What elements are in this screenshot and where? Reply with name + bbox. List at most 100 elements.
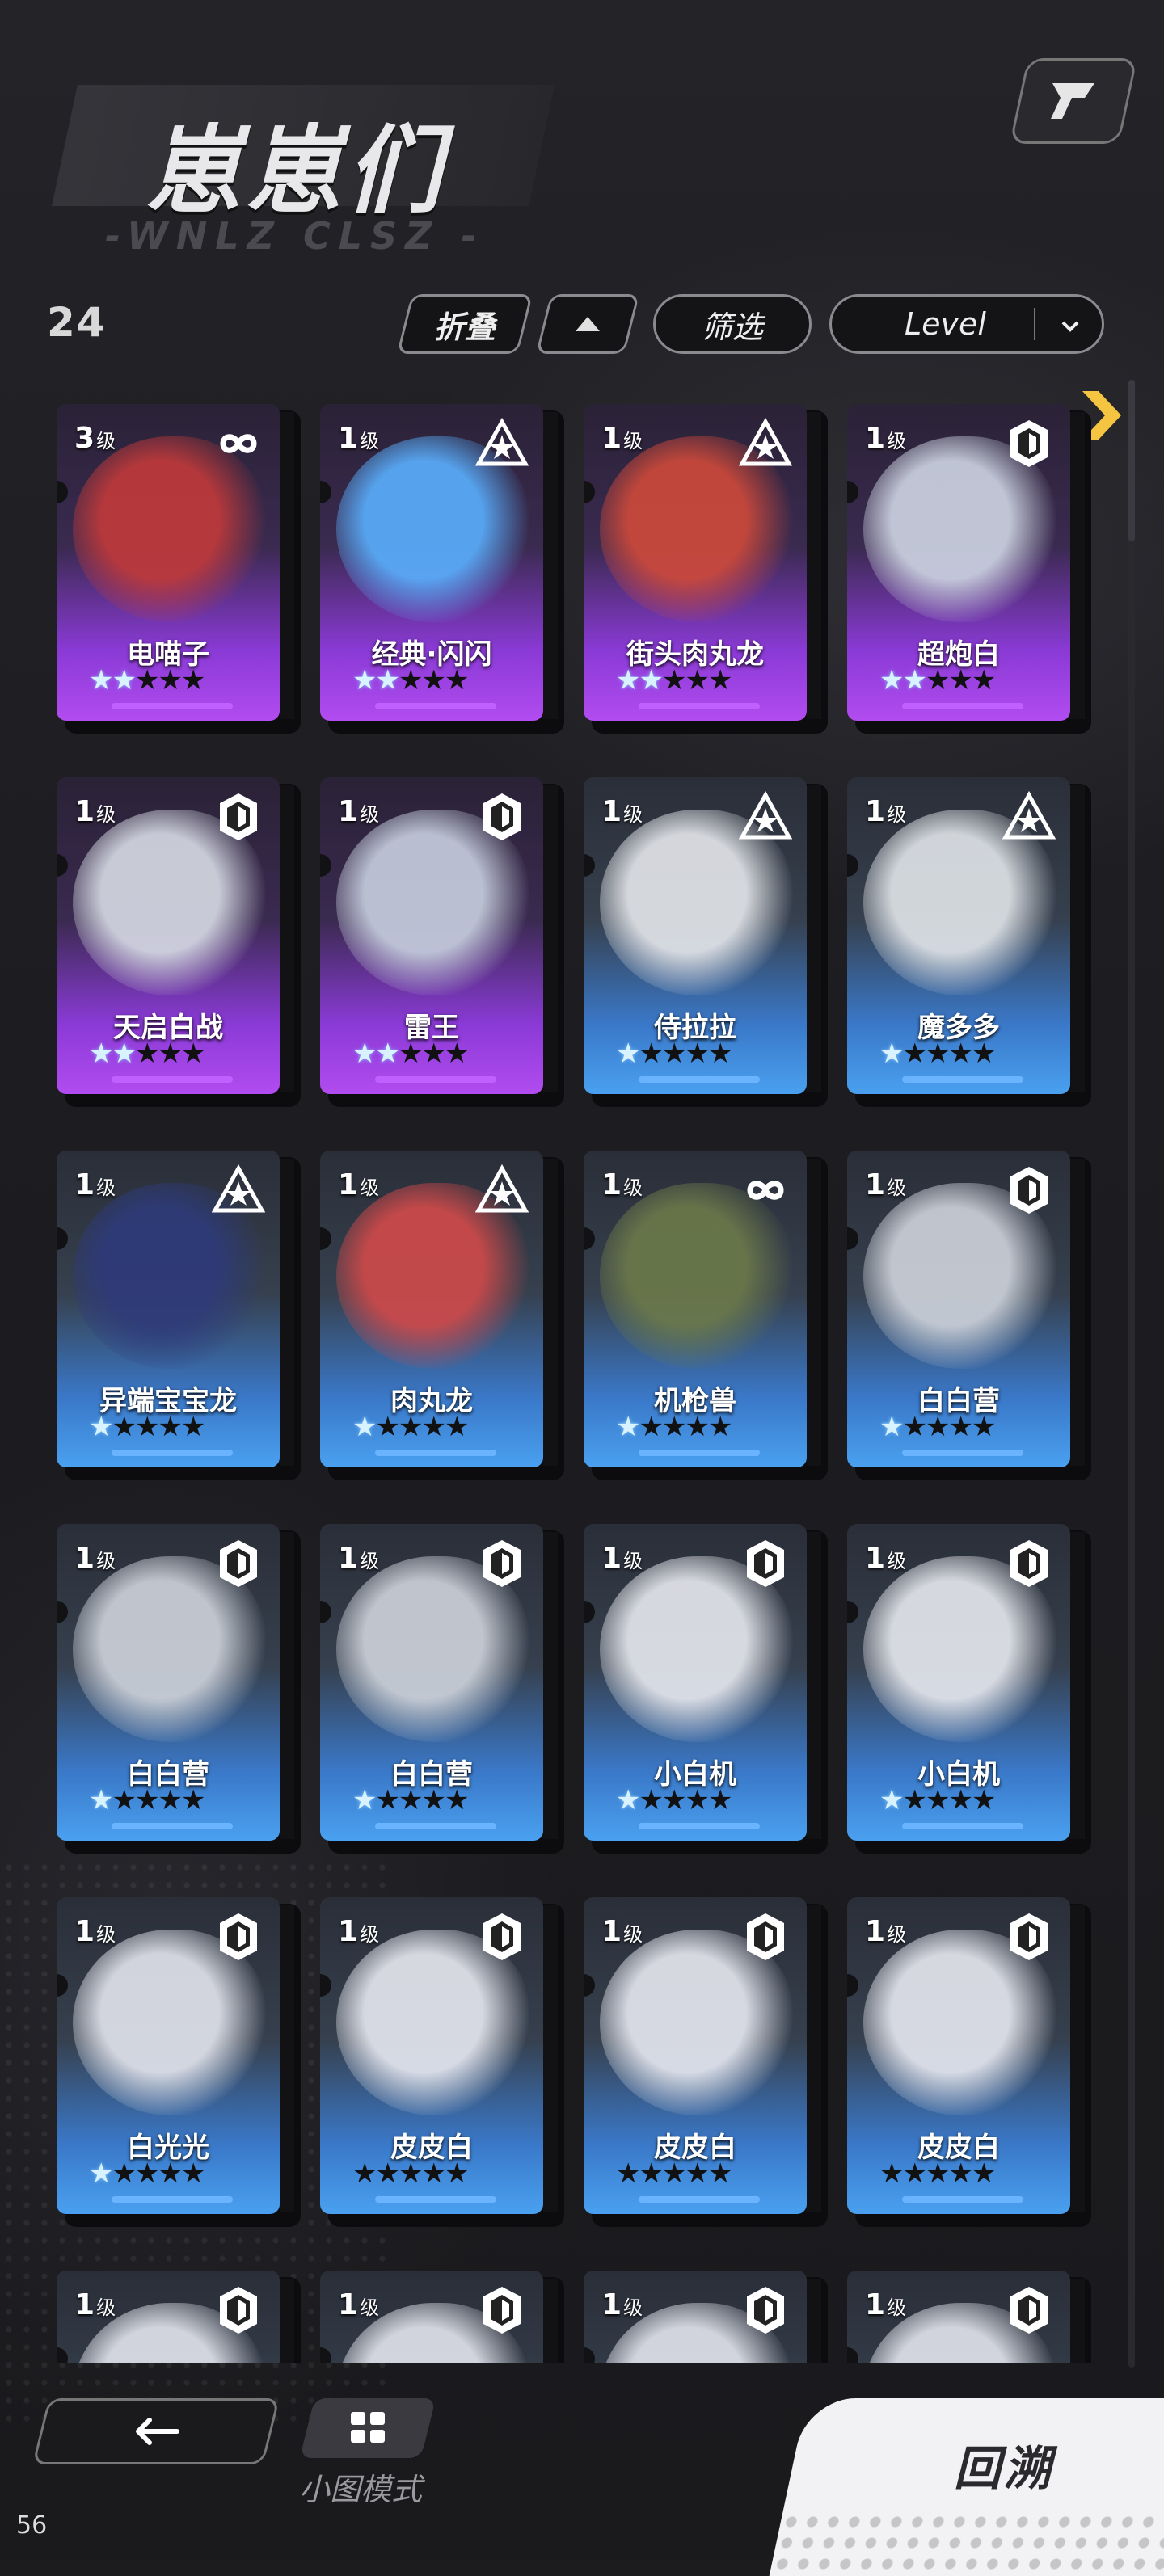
card-face: 1级 雷王 ★★★★★ bbox=[320, 777, 543, 1094]
unit-card[interactable]: 1级 小白机 ★★★★★ bbox=[584, 1524, 828, 1855]
card-side-strip bbox=[1070, 2279, 1085, 2363]
unit-card[interactable]: 1级 白白营 ★★★★★ bbox=[57, 1524, 301, 1855]
unit-card[interactable]: 1级 bbox=[847, 2271, 1091, 2363]
star-icon: ★ bbox=[352, 1411, 377, 1443]
hexagon-icon bbox=[475, 1537, 529, 1590]
card-side-strip bbox=[543, 1159, 558, 1466]
star-icon: ★ bbox=[661, 664, 687, 697]
triangle-up-icon bbox=[576, 317, 600, 331]
unit-card[interactable]: 1级 雷王 ★★★★★ bbox=[320, 777, 564, 1109]
unit-level-number: 1 bbox=[601, 422, 622, 455]
unit-level: 1级 bbox=[865, 2288, 906, 2321]
rarity-bar bbox=[112, 2196, 233, 2203]
card-side-strip bbox=[280, 1159, 294, 1466]
star-icon: ★ bbox=[89, 1038, 114, 1070]
unit-level-number: 3 bbox=[74, 422, 95, 455]
filter-button[interactable]: 筛选 bbox=[653, 294, 812, 354]
card-notch bbox=[57, 481, 68, 503]
unit-card[interactable]: 1级 白光光 ★★★★★ bbox=[57, 1897, 301, 2229]
unit-level-suffix: 级 bbox=[887, 430, 907, 452]
star-icon: ★ bbox=[971, 1784, 997, 1816]
star-rating: ★★★★★ bbox=[879, 664, 996, 697]
card-notch bbox=[320, 1974, 331, 1997]
card-notch bbox=[584, 1601, 595, 1623]
star-icon: ★ bbox=[112, 1038, 137, 1070]
rarity-bar bbox=[112, 1823, 233, 1829]
unit-card[interactable]: 1级 街头肉丸龙 ★★★★★ bbox=[584, 404, 828, 735]
star-icon: ★ bbox=[879, 2157, 905, 2190]
unit-card[interactable]: 1级 超炮白 ★★★★★ bbox=[847, 404, 1091, 735]
unit-card[interactable]: 1级 皮皮白 ★★★★★ bbox=[847, 1897, 1091, 2229]
unit-card[interactable]: 1级 经典·闪闪 ★★★★★ bbox=[320, 404, 564, 735]
unit-card[interactable]: 1级 侍拉拉 ★★★★★ bbox=[584, 777, 828, 1109]
unit-level-number: 1 bbox=[338, 1542, 359, 1575]
unit-level-suffix: 级 bbox=[887, 803, 907, 826]
star-icon: ★ bbox=[375, 664, 400, 697]
star-icon: ★ bbox=[398, 1411, 424, 1443]
star-rating: ★★★★★ bbox=[616, 1038, 733, 1070]
unit-level-number: 1 bbox=[74, 1168, 95, 1202]
unit-card[interactable]: 1级 魔多多 ★★★★★ bbox=[847, 777, 1091, 1109]
star-icon: ★ bbox=[707, 1038, 733, 1070]
unit-card[interactable]: 1级 小白机 ★★★★★ bbox=[847, 1524, 1091, 1855]
mode-toggle-label: 小图模式 bbox=[299, 2472, 423, 2507]
star-rating: ★★★★★ bbox=[89, 664, 205, 697]
unit-card[interactable]: 1级 白白营 ★★★★★ bbox=[320, 1524, 564, 1855]
unit-level: 1级 bbox=[74, 1168, 116, 1202]
unit-card[interactable]: 1级 bbox=[320, 2271, 564, 2363]
card-side-strip bbox=[807, 1905, 821, 2212]
unit-level-suffix: 级 bbox=[96, 430, 116, 452]
card-side-strip bbox=[543, 785, 558, 1092]
star-icon: ★ bbox=[112, 664, 137, 697]
triangle-star-icon bbox=[1002, 790, 1056, 844]
star-icon: ★ bbox=[661, 2157, 687, 2190]
rarity-bar bbox=[902, 2196, 1023, 2203]
back-button[interactable] bbox=[32, 2398, 280, 2464]
rarity-bar bbox=[639, 2196, 760, 2203]
card-notch bbox=[847, 1974, 858, 1997]
unit-card[interactable]: 1级 皮皮白 ★★★★★ bbox=[320, 1897, 564, 2229]
star-icon: ★ bbox=[158, 1038, 183, 1070]
card-notch bbox=[584, 854, 595, 877]
star-icon: ★ bbox=[902, 1784, 927, 1816]
scrollbar[interactable] bbox=[1128, 380, 1135, 2368]
sort-select[interactable]: Level bbox=[829, 294, 1104, 354]
unit-card[interactable]: 1级 肉丸龙 ★★★★★ bbox=[320, 1151, 564, 1482]
unit-level-suffix: 级 bbox=[96, 803, 116, 826]
rarity-bar bbox=[375, 1076, 496, 1083]
unit-card[interactable]: 1级 bbox=[57, 2271, 301, 2363]
unit-level-suffix: 级 bbox=[96, 2296, 116, 2319]
star-icon: ★ bbox=[444, 664, 470, 697]
star-icon: ★ bbox=[158, 2157, 183, 2190]
sort-direction-button[interactable] bbox=[535, 294, 640, 354]
star-icon: ★ bbox=[902, 1038, 927, 1070]
star-icon: ★ bbox=[707, 1411, 733, 1443]
unit-level-number: 1 bbox=[601, 1168, 622, 1202]
unit-card[interactable]: 1级 天启白战 ★★★★★ bbox=[57, 777, 301, 1109]
rarity-bar bbox=[112, 703, 233, 709]
hexagon-icon bbox=[212, 1910, 265, 1964]
star-rating: ★★★★★ bbox=[879, 1784, 997, 1816]
page-title: 崽崽们 bbox=[146, 115, 447, 226]
share-button[interactable] bbox=[1009, 58, 1138, 144]
chevron-down-icon[interactable] bbox=[1056, 313, 1084, 340]
card-notch bbox=[57, 1974, 68, 1997]
card-side-strip bbox=[1070, 412, 1085, 719]
card-notch bbox=[847, 1227, 858, 1250]
scrollbar-thumb[interactable] bbox=[1128, 380, 1135, 541]
unit-card[interactable]: 1级 机枪兽 ★★★★★ bbox=[584, 1151, 828, 1482]
unit-card[interactable]: 3级 电喵子 ★★★★★ bbox=[57, 404, 301, 735]
unit-card[interactable]: 1级 皮皮白 ★★★★★ bbox=[584, 1897, 828, 2229]
unit-card[interactable]: 1级 白白营 ★★★★★ bbox=[847, 1151, 1091, 1482]
star-icon: ★ bbox=[639, 1411, 664, 1443]
unit-level: 1级 bbox=[338, 2288, 379, 2321]
unit-card[interactable]: 1级 异端宝宝龙 ★★★★★ bbox=[57, 1151, 301, 1482]
star-icon: ★ bbox=[112, 1411, 137, 1443]
star-icon: ★ bbox=[685, 664, 710, 697]
star-icon: ★ bbox=[112, 1784, 137, 1816]
unit-card[interactable]: 1级 bbox=[584, 2271, 828, 2363]
star-icon: ★ bbox=[661, 1411, 687, 1443]
star-icon: ★ bbox=[925, 1411, 951, 1443]
mode-toggle-button[interactable] bbox=[299, 2398, 436, 2458]
fold-button[interactable]: 折叠 bbox=[396, 294, 534, 354]
